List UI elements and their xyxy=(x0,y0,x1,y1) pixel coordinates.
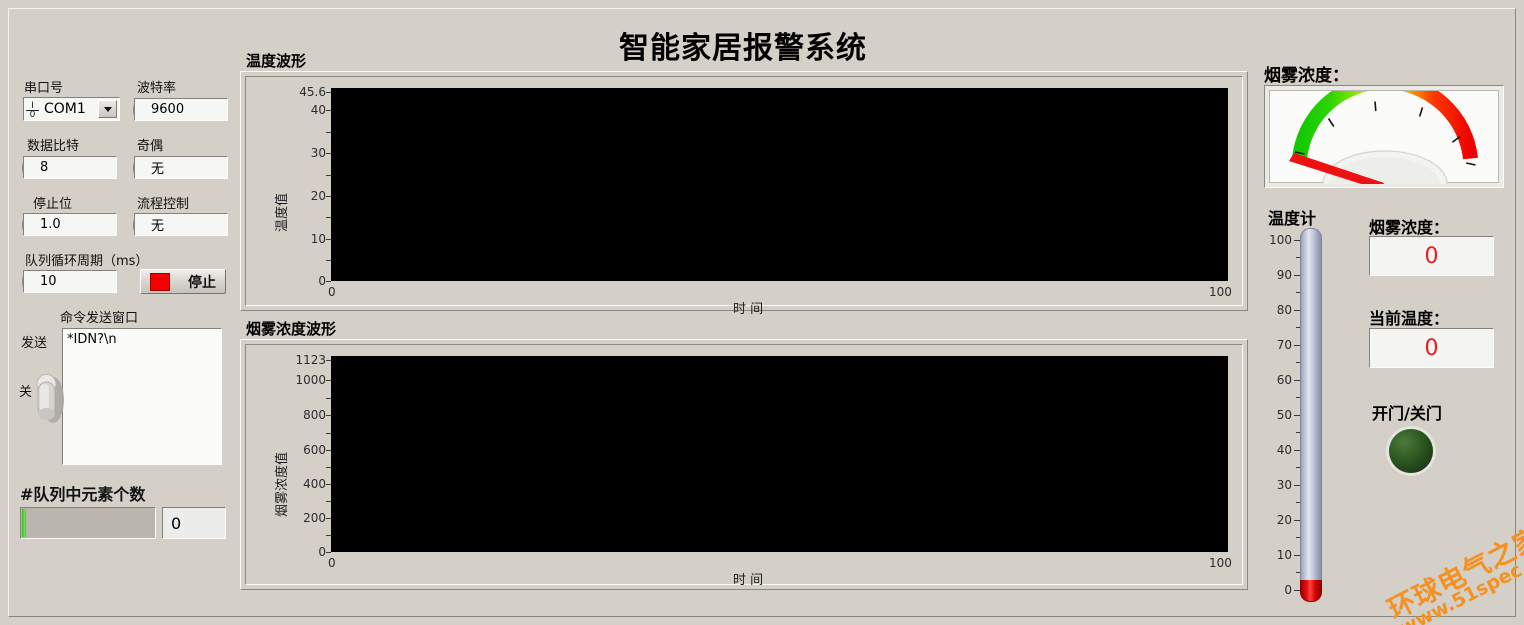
thermometer-tube xyxy=(1300,228,1322,590)
stop-button-label: 停止 xyxy=(188,274,216,291)
temp-ytick: 0 xyxy=(318,274,326,288)
labview-front-panel: 智能家居报警系统 串口号 I 0 COM1 波特率 9600 数据比特 8 奇偶 xyxy=(0,0,1524,625)
temp-ytick: 10 xyxy=(310,232,326,246)
temperature-chart-inner: 45.6 40 30 20 10 0 温度值 0 100 时 间 xyxy=(245,76,1243,317)
queue-count-value: 0 xyxy=(162,507,226,539)
smoke-indicator-value: 0 xyxy=(1369,236,1494,276)
queue-progress-bar xyxy=(20,507,156,539)
temperature-indicator-value: 0 xyxy=(1369,328,1494,368)
smoke-xtick: 100 xyxy=(1209,556,1232,570)
door-led-indicator[interactable] xyxy=(1389,429,1433,473)
gauge-label: 烟雾浓度： xyxy=(1264,66,1349,86)
temperature-chart-panel: 45.6 40 30 20 10 0 温度值 0 100 时 间 xyxy=(240,71,1248,317)
therm-tick: 30 xyxy=(1276,478,1292,492)
data-bits-label: 数据比特 xyxy=(27,139,80,154)
smoke-gauge[interactable] xyxy=(1264,85,1504,188)
queue-count-label: #队列中元素个数 xyxy=(20,485,146,504)
stop-bits-input[interactable]: 1.0 xyxy=(23,213,117,236)
page-title: 智能家居报警系统 xyxy=(619,31,867,66)
flow-control-label: 流程控制 xyxy=(137,197,190,212)
thermometer[interactable] xyxy=(1300,228,1326,602)
smoke-indicator-label: 烟雾浓度： xyxy=(1369,218,1450,237)
data-bits-input[interactable]: 8 xyxy=(23,156,117,179)
command-text-input[interactable]: *IDN?\n xyxy=(62,328,222,465)
therm-tick: 60 xyxy=(1276,373,1292,387)
therm-tick: 90 xyxy=(1276,268,1292,282)
therm-tick: 0 xyxy=(1284,583,1292,597)
send-label: 发送 xyxy=(21,336,48,351)
window-top-edge xyxy=(0,0,1524,8)
command-window-label: 命令发送窗口 xyxy=(60,311,139,326)
parity-input[interactable]: 无 xyxy=(134,156,228,179)
send-toggle-label: 关 xyxy=(19,385,33,400)
door-toggle-label: 开门/关门 xyxy=(1372,404,1442,423)
baud-rate-input[interactable]: 9600 xyxy=(134,98,228,121)
smoke-ytick: 1000 xyxy=(295,373,326,387)
smoke-x-axis-label: 时 间 xyxy=(733,573,764,588)
loop-period-input[interactable]: 10 xyxy=(23,270,117,293)
temp-xtick: 100 xyxy=(1209,285,1232,299)
stop-button[interactable]: 停止 xyxy=(140,269,226,294)
send-toggle-switch[interactable] xyxy=(32,370,66,428)
queue-progress-fill xyxy=(22,509,26,537)
therm-tick: 100 xyxy=(1269,233,1292,247)
smoke-chart-inner: 1123 1000 800 600 400 200 0 烟雾浓度值 0 100 … xyxy=(245,344,1243,588)
temperature-indicator-label: 当前温度： xyxy=(1369,309,1450,328)
stop-square-icon xyxy=(150,272,170,291)
temperature-chart-title: 温度波形 xyxy=(246,52,307,70)
thermometer-bulb xyxy=(1300,580,1322,602)
stop-bits-label: 停止位 xyxy=(33,197,73,212)
serial-port-label: 串口号 xyxy=(24,81,64,96)
smoke-plot-area[interactable] xyxy=(331,356,1228,552)
loop-period-label: 队列循环周期（ms） xyxy=(25,254,149,269)
temp-ytick: 40 xyxy=(310,103,326,117)
io-refnum-icon: I 0 xyxy=(26,102,39,120)
smoke-xtick: 0 xyxy=(328,556,336,570)
smoke-ytick: 800 xyxy=(303,408,326,422)
temperature-y-axis-label: 温度值 xyxy=(275,192,290,232)
temp-ytick: 30 xyxy=(310,146,326,160)
therm-tick: 80 xyxy=(1276,303,1292,317)
smoke-chart-title: 烟雾浓度波形 xyxy=(246,320,337,338)
smoke-y-axis-label: 烟雾浓度值 xyxy=(275,451,290,517)
chevron-down-icon[interactable] xyxy=(98,100,117,118)
flow-control-input[interactable]: 无 xyxy=(134,213,228,236)
parity-label: 奇偶 xyxy=(137,139,164,154)
temperature-plot-area[interactable] xyxy=(331,88,1228,281)
serial-port-dropdown[interactable]: I 0 COM1 xyxy=(23,97,120,121)
therm-tick: 20 xyxy=(1276,513,1292,527)
smoke-ytick: 0 xyxy=(318,545,326,559)
temp-ytick: 45.6 xyxy=(299,85,326,99)
smoke-chart-panel: 1123 1000 800 600 400 200 0 烟雾浓度值 0 100 … xyxy=(240,339,1248,590)
therm-tick: 50 xyxy=(1276,408,1292,422)
temp-ytick: 20 xyxy=(310,189,326,203)
therm-tick: 10 xyxy=(1276,548,1292,562)
smoke-ytick: 1123 xyxy=(295,353,326,367)
temperature-x-axis-label: 时 间 xyxy=(733,302,764,317)
thermometer-label: 温度计 xyxy=(1268,209,1317,228)
therm-tick: 70 xyxy=(1276,338,1292,352)
temp-xtick: 0 xyxy=(328,285,336,299)
therm-tick: 40 xyxy=(1276,443,1292,457)
baud-rate-label: 波特率 xyxy=(137,81,177,96)
